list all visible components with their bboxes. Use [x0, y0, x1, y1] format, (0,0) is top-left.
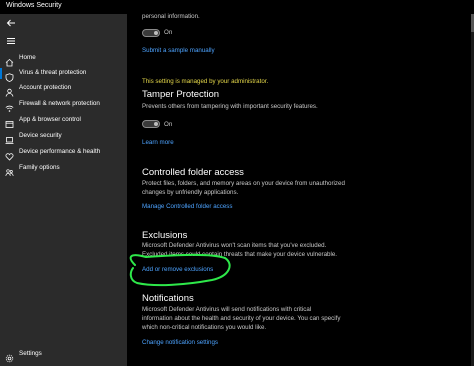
green-highlight-annotation	[129, 253, 231, 287]
